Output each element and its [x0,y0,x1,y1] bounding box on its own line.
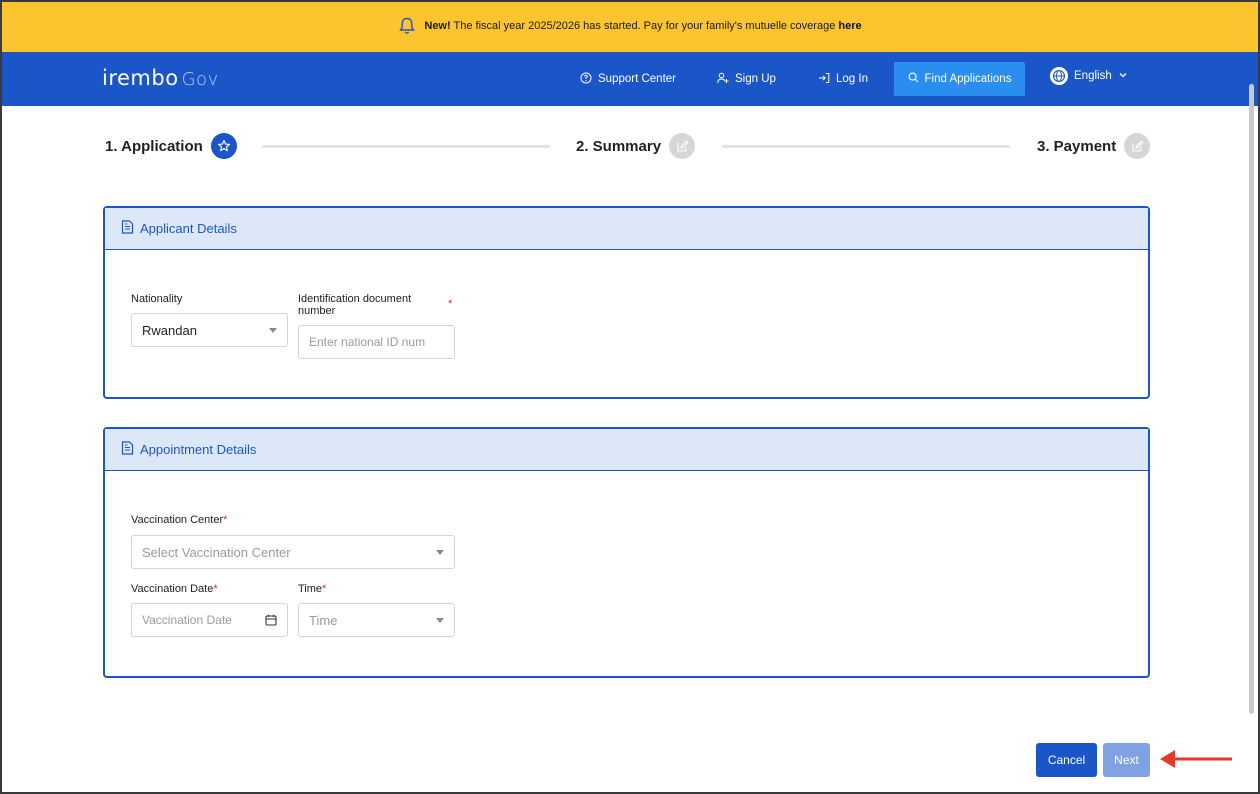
step-payment-label: 3. Payment [1037,137,1117,155]
add-user-icon [717,72,729,87]
step-connector [262,145,550,148]
language-selector[interactable]: English [1050,67,1128,85]
applicant-details-header: Applicant Details [105,208,1148,250]
vaccination-date-placeholder: Vaccination Date [142,613,232,627]
required-asterisk: * [223,514,228,526]
step-application-label: 1. Application [105,137,203,155]
vaccination-date-label-text: Vaccination Date [131,583,214,595]
required-asterisk: * [213,583,218,595]
edit-icon [669,133,696,159]
find-applications-label: Find Applications [924,73,1012,85]
id-document-placeholder: Enter national ID num [309,335,426,349]
step-summary-label: 2. Summary [576,137,662,155]
required-asterisk: * [448,298,453,310]
vaccination-date-input[interactable]: Vaccination Date [131,603,288,637]
step-payment: 3. Payment [1037,132,1151,160]
chevron-down-icon [1118,70,1128,83]
language-label: English [1074,70,1112,82]
find-applications-button[interactable]: Find Applications [894,62,1025,96]
time-label-text: Time [298,583,323,595]
banner-new-label: New! [424,20,451,32]
document-icon [121,220,134,237]
time-placeholder: Time [309,612,338,628]
search-icon [908,72,919,86]
vaccination-date-label: Vaccination Date* [131,583,218,595]
vaccination-center-select[interactable]: Select Vaccination Center [131,535,455,569]
vaccination-center-label: Vaccination Center* [131,514,227,526]
time-label: Time* [298,583,326,595]
support-center-link[interactable]: Support Center [580,68,676,90]
globe-icon [1050,67,1068,85]
banner-message: New! The fiscal year 2025/2026 has start… [424,20,861,32]
appointment-details-panel: Appointment Details Vaccination Center* … [103,427,1150,678]
step-summary: 2. Summary [576,132,696,160]
annotation-arrow-icon [1160,750,1232,768]
vaccination-center-placeholder: Select Vaccination Center [142,544,291,560]
log-in-label: Log In [836,73,868,85]
applicant-details-panel: Applicant Details Nationality Rwandan Id… [103,206,1150,399]
page-scrollbar[interactable] [1249,84,1254,714]
logo-sub-text: Gov [181,69,219,90]
logo-main-text: irembo [102,66,179,90]
sign-up-label: Sign Up [735,73,776,85]
step-connector [722,145,1010,148]
appointment-details-header: Appointment Details [105,429,1148,471]
applicant-details-title: Applicant Details [140,221,237,236]
dropdown-caret-icon [269,328,277,333]
appointment-details-title: Appointment Details [140,442,257,457]
id-document-label: Identification document number [298,293,412,317]
calendar-icon[interactable] [265,614,277,626]
login-arrow-icon [818,72,830,87]
edit-icon [1124,133,1151,159]
nationality-value: Rwandan [142,322,197,338]
next-button[interactable]: Next [1103,743,1150,777]
vaccination-center-label-text: Vaccination Center [131,514,224,526]
sign-up-link[interactable]: Sign Up [717,68,776,90]
help-circle-icon [580,72,592,87]
nationality-label: Nationality [131,293,183,305]
required-asterisk: * [322,583,327,595]
document-icon [121,441,134,458]
cancel-button[interactable]: Cancel [1036,743,1097,777]
id-document-input[interactable]: Enter national ID num [298,325,455,359]
star-icon [210,133,237,159]
step-application: 1. Application [105,132,237,160]
banner-text: The fiscal year 2025/2026 has started. P… [453,20,836,32]
banner-here-link[interactable]: here [838,20,861,32]
bell-icon [398,17,416,35]
announcement-banner: New! The fiscal year 2025/2026 has start… [0,0,1260,52]
dropdown-caret-icon [436,550,444,555]
nationality-select[interactable]: Rwandan [131,313,288,347]
dropdown-caret-icon [436,618,444,623]
log-in-link[interactable]: Log In [818,68,868,90]
time-select[interactable]: Time [298,603,455,637]
support-center-label: Support Center [598,73,676,85]
irembo-gov-logo[interactable]: irembo Gov [102,66,219,90]
